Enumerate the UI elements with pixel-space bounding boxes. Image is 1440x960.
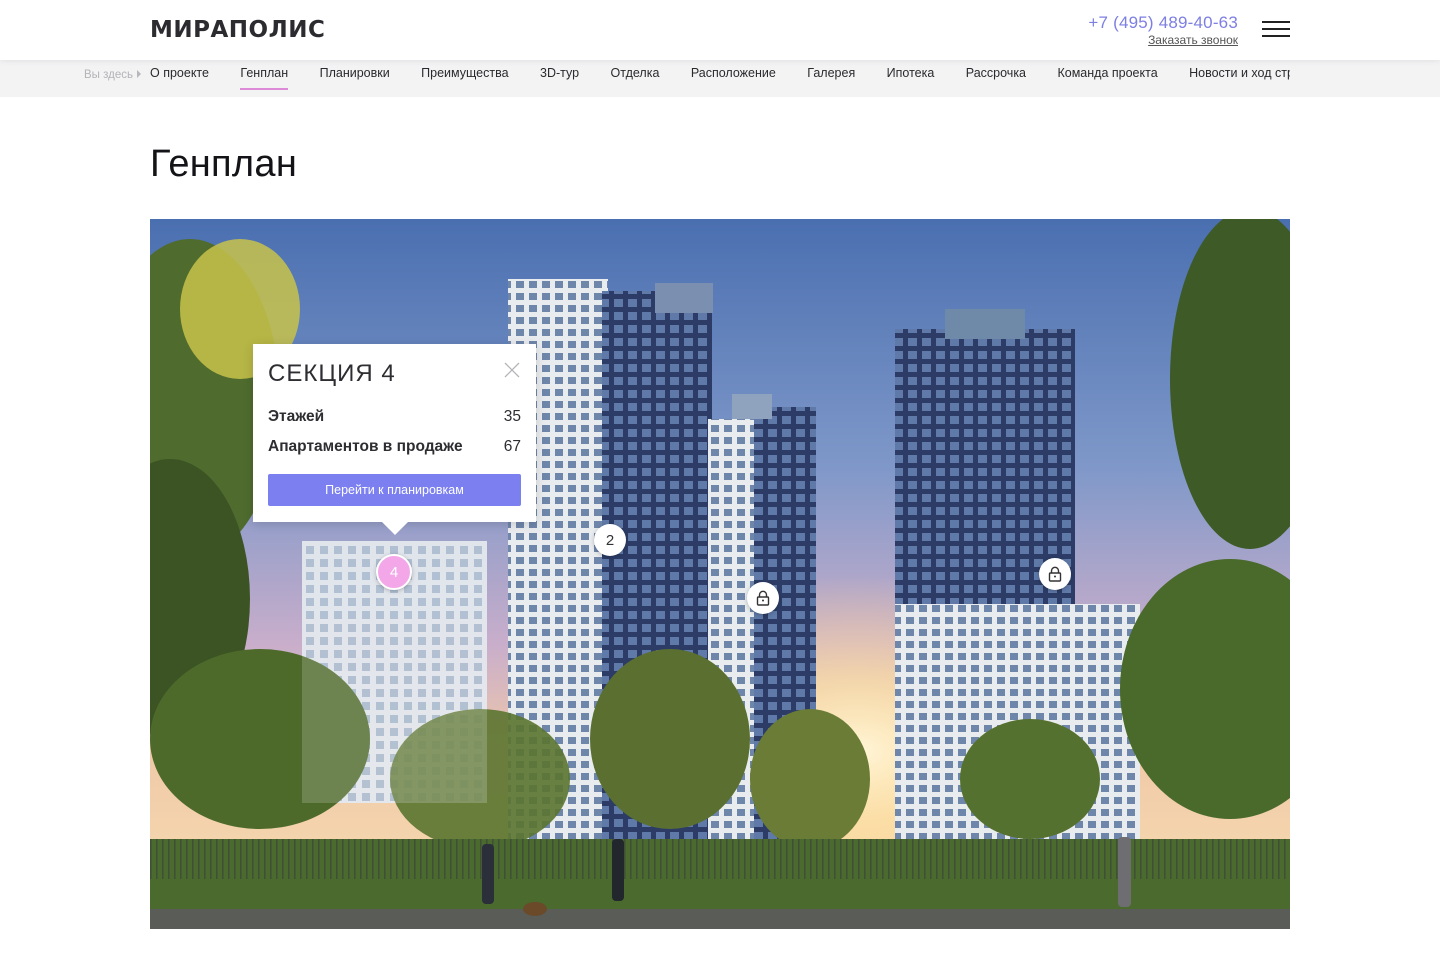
nav-item-about[interactable]: О проекте	[150, 60, 209, 97]
marker-locked-middle[interactable]	[747, 582, 779, 614]
apartments-label: Апартаментов в продаже	[268, 438, 463, 455]
breadcrumb-prefix: Вы здесь	[84, 69, 133, 81]
callback-link[interactable]: Заказать звонок	[1148, 33, 1238, 47]
nav-item-3d-tour[interactable]: 3D-тур	[540, 60, 579, 97]
breadcrumb-arrow-icon	[137, 70, 141, 78]
nav-item-news[interactable]: Новости и ход строительства	[1189, 60, 1290, 97]
floors-label: Этажей	[268, 408, 325, 425]
nav-item-team[interactable]: Команда проекта	[1057, 60, 1157, 97]
lock-icon	[756, 590, 770, 606]
nav-item-gallery[interactable]: Галерея	[807, 60, 855, 97]
marker-section-4[interactable]: 4	[376, 554, 412, 590]
nav-item-finishing[interactable]: Отделка	[611, 60, 660, 97]
genplan-illustration	[150, 219, 1290, 929]
nav-list: О проекте Генплан Планировки Преимуществ…	[150, 60, 1290, 97]
burger-line	[1262, 28, 1290, 30]
burger-menu-icon[interactable]	[1262, 20, 1290, 38]
lock-icon	[1048, 566, 1062, 582]
section-nav: Вы здесь О проекте Генплан Планировки Пр…	[0, 60, 1440, 97]
apartments-value: 67	[503, 438, 521, 455]
site-header: МИРАПОЛИС +7 (495) 489-40-63 Заказать зв…	[0, 0, 1440, 60]
popup-floors-row: Этажей 35	[268, 408, 521, 426]
logo[interactable]: МИРАПОЛИС	[150, 17, 325, 43]
popup-title: СЕКЦИЯ 4	[268, 360, 396, 387]
marker-section-2[interactable]: 2	[594, 524, 626, 556]
nav-item-mortgage[interactable]: Ипотека	[887, 60, 935, 97]
nav-item-genplan[interactable]: Генплан	[240, 60, 288, 97]
nav-item-location[interactable]: Расположение	[691, 60, 776, 97]
nav-item-installment[interactable]: Рассрочка	[966, 60, 1026, 97]
section-popup: СЕКЦИЯ 4 Этажей 35 Апартаментов в продаж…	[253, 344, 536, 535]
genplan-image: 4 2	[150, 219, 1290, 929]
close-icon[interactable]	[503, 361, 521, 379]
go-to-plans-button[interactable]: Перейти к планировкам	[268, 474, 521, 506]
nav-item-plans[interactable]: Планировки	[320, 60, 390, 97]
page-title: Генплан	[150, 143, 298, 185]
breadcrumb: Вы здесь	[84, 69, 141, 81]
phone-number[interactable]: +7 (495) 489-40-63	[1088, 13, 1238, 33]
floors-value: 35	[503, 408, 521, 425]
popup-apartments-row: Апартаментов в продаже 67	[268, 438, 521, 456]
marker-locked-right[interactable]	[1039, 558, 1071, 590]
nav-item-advantages[interactable]: Преимущества	[421, 60, 508, 97]
burger-line	[1262, 35, 1290, 37]
burger-line	[1262, 21, 1290, 23]
